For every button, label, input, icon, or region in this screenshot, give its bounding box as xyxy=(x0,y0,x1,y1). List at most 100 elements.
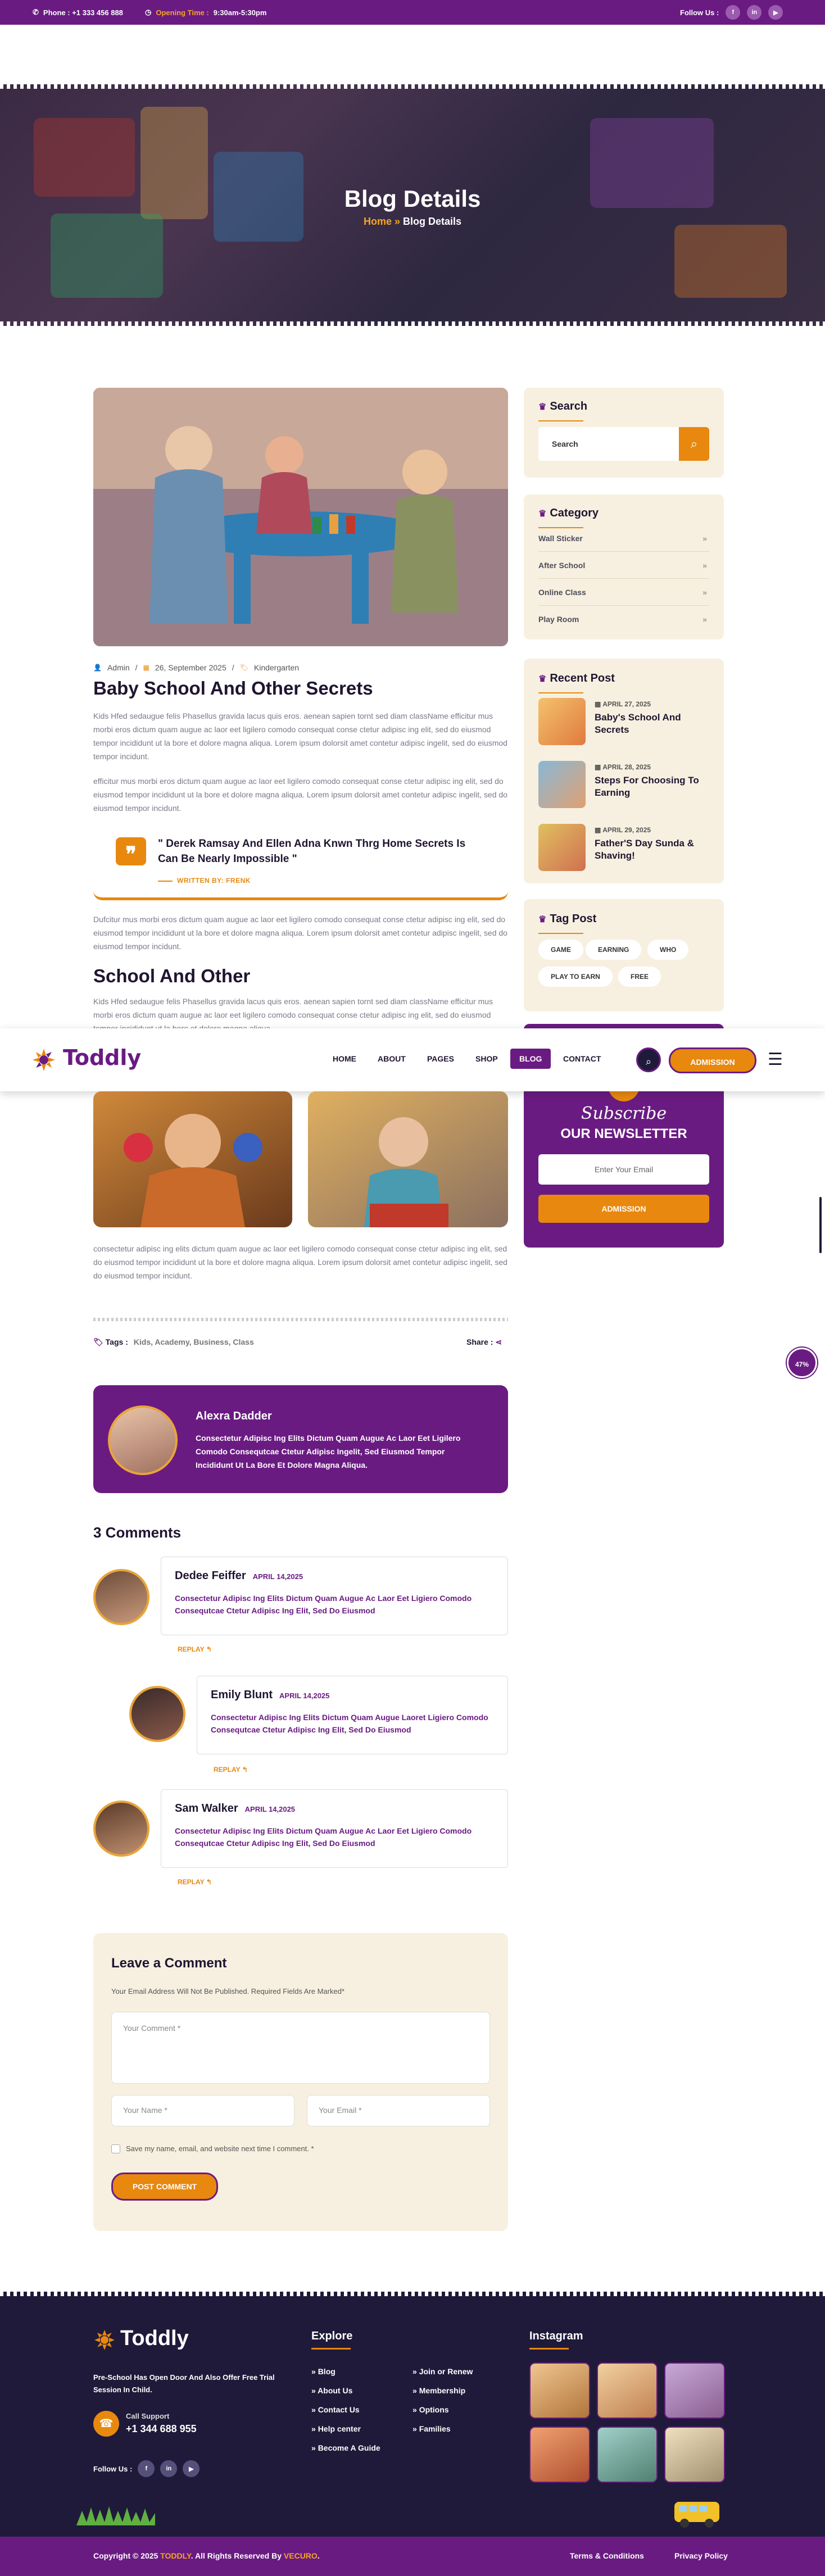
blockquote: ❞ " Derek Ramsay And Ellen Adna Knwn Thr… xyxy=(93,826,508,900)
meta-category[interactable]: Kindergarten xyxy=(254,663,299,672)
footer-link[interactable]: » Become A Guide xyxy=(311,2443,380,2452)
footer: Toddly Pre-School Has Open Door And Also… xyxy=(0,2292,825,2556)
nav-contact[interactable]: CONTACT xyxy=(563,1054,601,1063)
instagram-photo[interactable] xyxy=(664,2427,725,2483)
tag-chip[interactable]: EARNING xyxy=(586,940,642,960)
name-input[interactable]: Your Name * xyxy=(111,2095,294,2126)
nav-home[interactable]: HOME xyxy=(333,1054,356,1063)
youtube-icon[interactable]: ▶ xyxy=(183,2460,200,2477)
share[interactable]: Share : ⋖ xyxy=(466,1337,502,1347)
footer-link[interactable]: » Options xyxy=(412,2405,449,2414)
instagram-photo[interactable] xyxy=(597,2362,658,2419)
footer-link[interactable]: » Contact Us xyxy=(311,2405,360,2414)
footer-link[interactable]: » Membership xyxy=(412,2386,465,2395)
instagram-photo[interactable] xyxy=(529,2427,590,2483)
instagram-photo[interactable] xyxy=(529,2362,590,2419)
breadcrumb-home[interactable]: Home xyxy=(364,216,392,227)
author-box: Alexra Dadder Consectetur Adipisc Ing El… xyxy=(93,1385,508,1493)
recent-post-item[interactable]: ▦ APRIL 29, 2025 Father'S Day Sunda & Sh… xyxy=(538,824,709,871)
comment-form: Leave a Comment Your Email Address Will … xyxy=(93,1933,508,2231)
recent-post-title[interactable]: Baby's School And Secrets xyxy=(595,711,707,736)
comment-textarea[interactable]: Your Comment * xyxy=(111,2012,490,2084)
category-item[interactable]: Play Room» xyxy=(538,606,709,633)
category-title: ♛ Category xyxy=(538,507,599,519)
newsletter-submit-button[interactable]: ADMISSION xyxy=(538,1195,709,1223)
post-comment-button[interactable]: POST COMMENT xyxy=(111,2173,218,2201)
share-icon[interactable]: ⋖ xyxy=(495,1337,502,1346)
topbar-social: Follow Us : f in ▶ xyxy=(680,5,783,20)
instagram-photo[interactable] xyxy=(597,2427,658,2483)
reply-link[interactable]: REPLAY ↰ xyxy=(214,1766,248,1774)
copyright-author[interactable]: VECURO xyxy=(284,2551,318,2560)
search-icon[interactable]: ⌕ xyxy=(636,1047,661,1072)
top-bar: ✆ Phone : +1 333 456 888 ◷ Opening Time … xyxy=(0,0,825,25)
tag-chip[interactable]: FREE xyxy=(618,967,661,987)
category-item[interactable]: After School» xyxy=(538,552,709,579)
search-button[interactable]: ⌕ xyxy=(679,427,709,461)
email-input[interactable]: Your Email * xyxy=(307,2095,490,2126)
call-number[interactable]: +1 344 688 955 xyxy=(126,2423,197,2435)
reply-link[interactable]: REPLAY ↰ xyxy=(178,1645,212,1653)
terms-link[interactable]: Terms & Conditions xyxy=(570,2551,644,2560)
comment-avatar xyxy=(93,1801,149,1857)
linkedin-icon[interactable]: in xyxy=(160,2460,178,2477)
logo-text[interactable]: Toddly xyxy=(63,1045,141,1070)
nav-pages[interactable]: PAGES xyxy=(427,1054,454,1063)
comment-author: Dedee Feiffer xyxy=(175,1570,246,1582)
category-item[interactable]: Online Class» xyxy=(538,579,709,606)
tag-chip[interactable]: WHO xyxy=(647,940,689,960)
tag-chip[interactable]: GAME xyxy=(538,940,583,960)
breadcrumb-separator: » xyxy=(394,216,400,227)
save-info-checkbox[interactable] xyxy=(111,2144,120,2153)
phone-info[interactable]: ✆ Phone : +1 333 456 888 xyxy=(33,8,123,17)
youtube-icon[interactable]: ▶ xyxy=(768,5,783,20)
meta-author[interactable]: Admin xyxy=(107,663,130,672)
admission-button[interactable]: ADMISSION xyxy=(669,1047,756,1073)
facebook-icon[interactable]: f xyxy=(138,2460,155,2477)
recent-post-title[interactable]: Father'S Day Sunda & Shaving! xyxy=(595,837,707,862)
comment-avatar xyxy=(129,1686,185,1742)
post-featured-image xyxy=(93,388,508,646)
post-meta: 👤 Admin / ▦ 26, September 2025 / 🏷 Kinde… xyxy=(93,663,300,672)
gallery-image-right xyxy=(308,1091,508,1227)
footer-link[interactable]: » Blog xyxy=(311,2367,336,2376)
reply-link[interactable]: REPLAY ↰ xyxy=(178,1878,212,1886)
category-widget: ♛ Category Wall Sticker» After School» On… xyxy=(524,495,724,640)
scroll-progress-badge[interactable]: 47% xyxy=(787,1348,817,1378)
privacy-link[interactable]: Privacy Policy xyxy=(674,2551,728,2560)
newsletter-title: Subscribe xyxy=(581,1104,667,1123)
hamburger-menu-icon[interactable]: ☰ xyxy=(768,1050,783,1069)
category-item[interactable]: Wall Sticker» xyxy=(538,525,709,552)
instagram-photo[interactable] xyxy=(664,2362,725,2419)
copyright-brand[interactable]: TODDLY xyxy=(160,2551,191,2560)
footer-link[interactable]: » About Us xyxy=(311,2386,352,2395)
scrollbar-thumb[interactable] xyxy=(819,1197,822,1253)
meta-date: 26, September 2025 xyxy=(155,663,226,672)
nav-about[interactable]: ABOUT xyxy=(378,1054,406,1063)
author-avatar xyxy=(108,1405,178,1475)
logo-icon[interactable] xyxy=(31,1047,56,1072)
footer-link[interactable]: » Join or Renew xyxy=(412,2367,473,2376)
comment-card: Sam Walker APRIL 14,2025 Consectetur Adip… xyxy=(161,1789,508,1868)
recent-post-item[interactable]: ▦ APRIL 27, 2025 Baby's School And Secre… xyxy=(538,698,709,745)
recent-post-title[interactable]: Steps For Choosing To Earning xyxy=(595,774,707,799)
footer-logo-text[interactable]: Toddly xyxy=(120,2326,189,2351)
recent-post-item[interactable]: ▦ APRIL 28, 2025 Steps For Choosing To E… xyxy=(538,761,709,808)
facebook-icon[interactable]: f xyxy=(726,5,741,20)
recent-post-thumbnail xyxy=(538,698,586,745)
tags-list[interactable]: Kids, Academy, Business, Class xyxy=(134,1337,254,1346)
newsletter-email-input[interactable]: Enter Your Email xyxy=(538,1154,709,1185)
nav-blog[interactable]: BLOG xyxy=(510,1049,551,1069)
post-paragraph-5: consectetur adipisc ing elits dictum qua… xyxy=(93,1244,507,1280)
footer-link[interactable]: » Families xyxy=(412,2424,451,2433)
linkedin-icon[interactable]: in xyxy=(747,5,762,20)
phone-icon: ✆ xyxy=(33,8,39,16)
tag-title: ♛ Tag Post xyxy=(538,913,597,925)
comment-card: Dedee Feiffer APRIL 14,2025 Consectetur A… xyxy=(161,1557,508,1635)
footer-link[interactable]: » Help center xyxy=(311,2424,361,2433)
divider xyxy=(93,1318,508,1321)
search-input[interactable]: Search xyxy=(538,427,679,461)
tag-chip[interactable]: PLAY TO EARN xyxy=(538,967,613,987)
comment-author: Sam Walker xyxy=(175,1802,238,1815)
nav-shop[interactable]: SHOP xyxy=(475,1054,498,1063)
